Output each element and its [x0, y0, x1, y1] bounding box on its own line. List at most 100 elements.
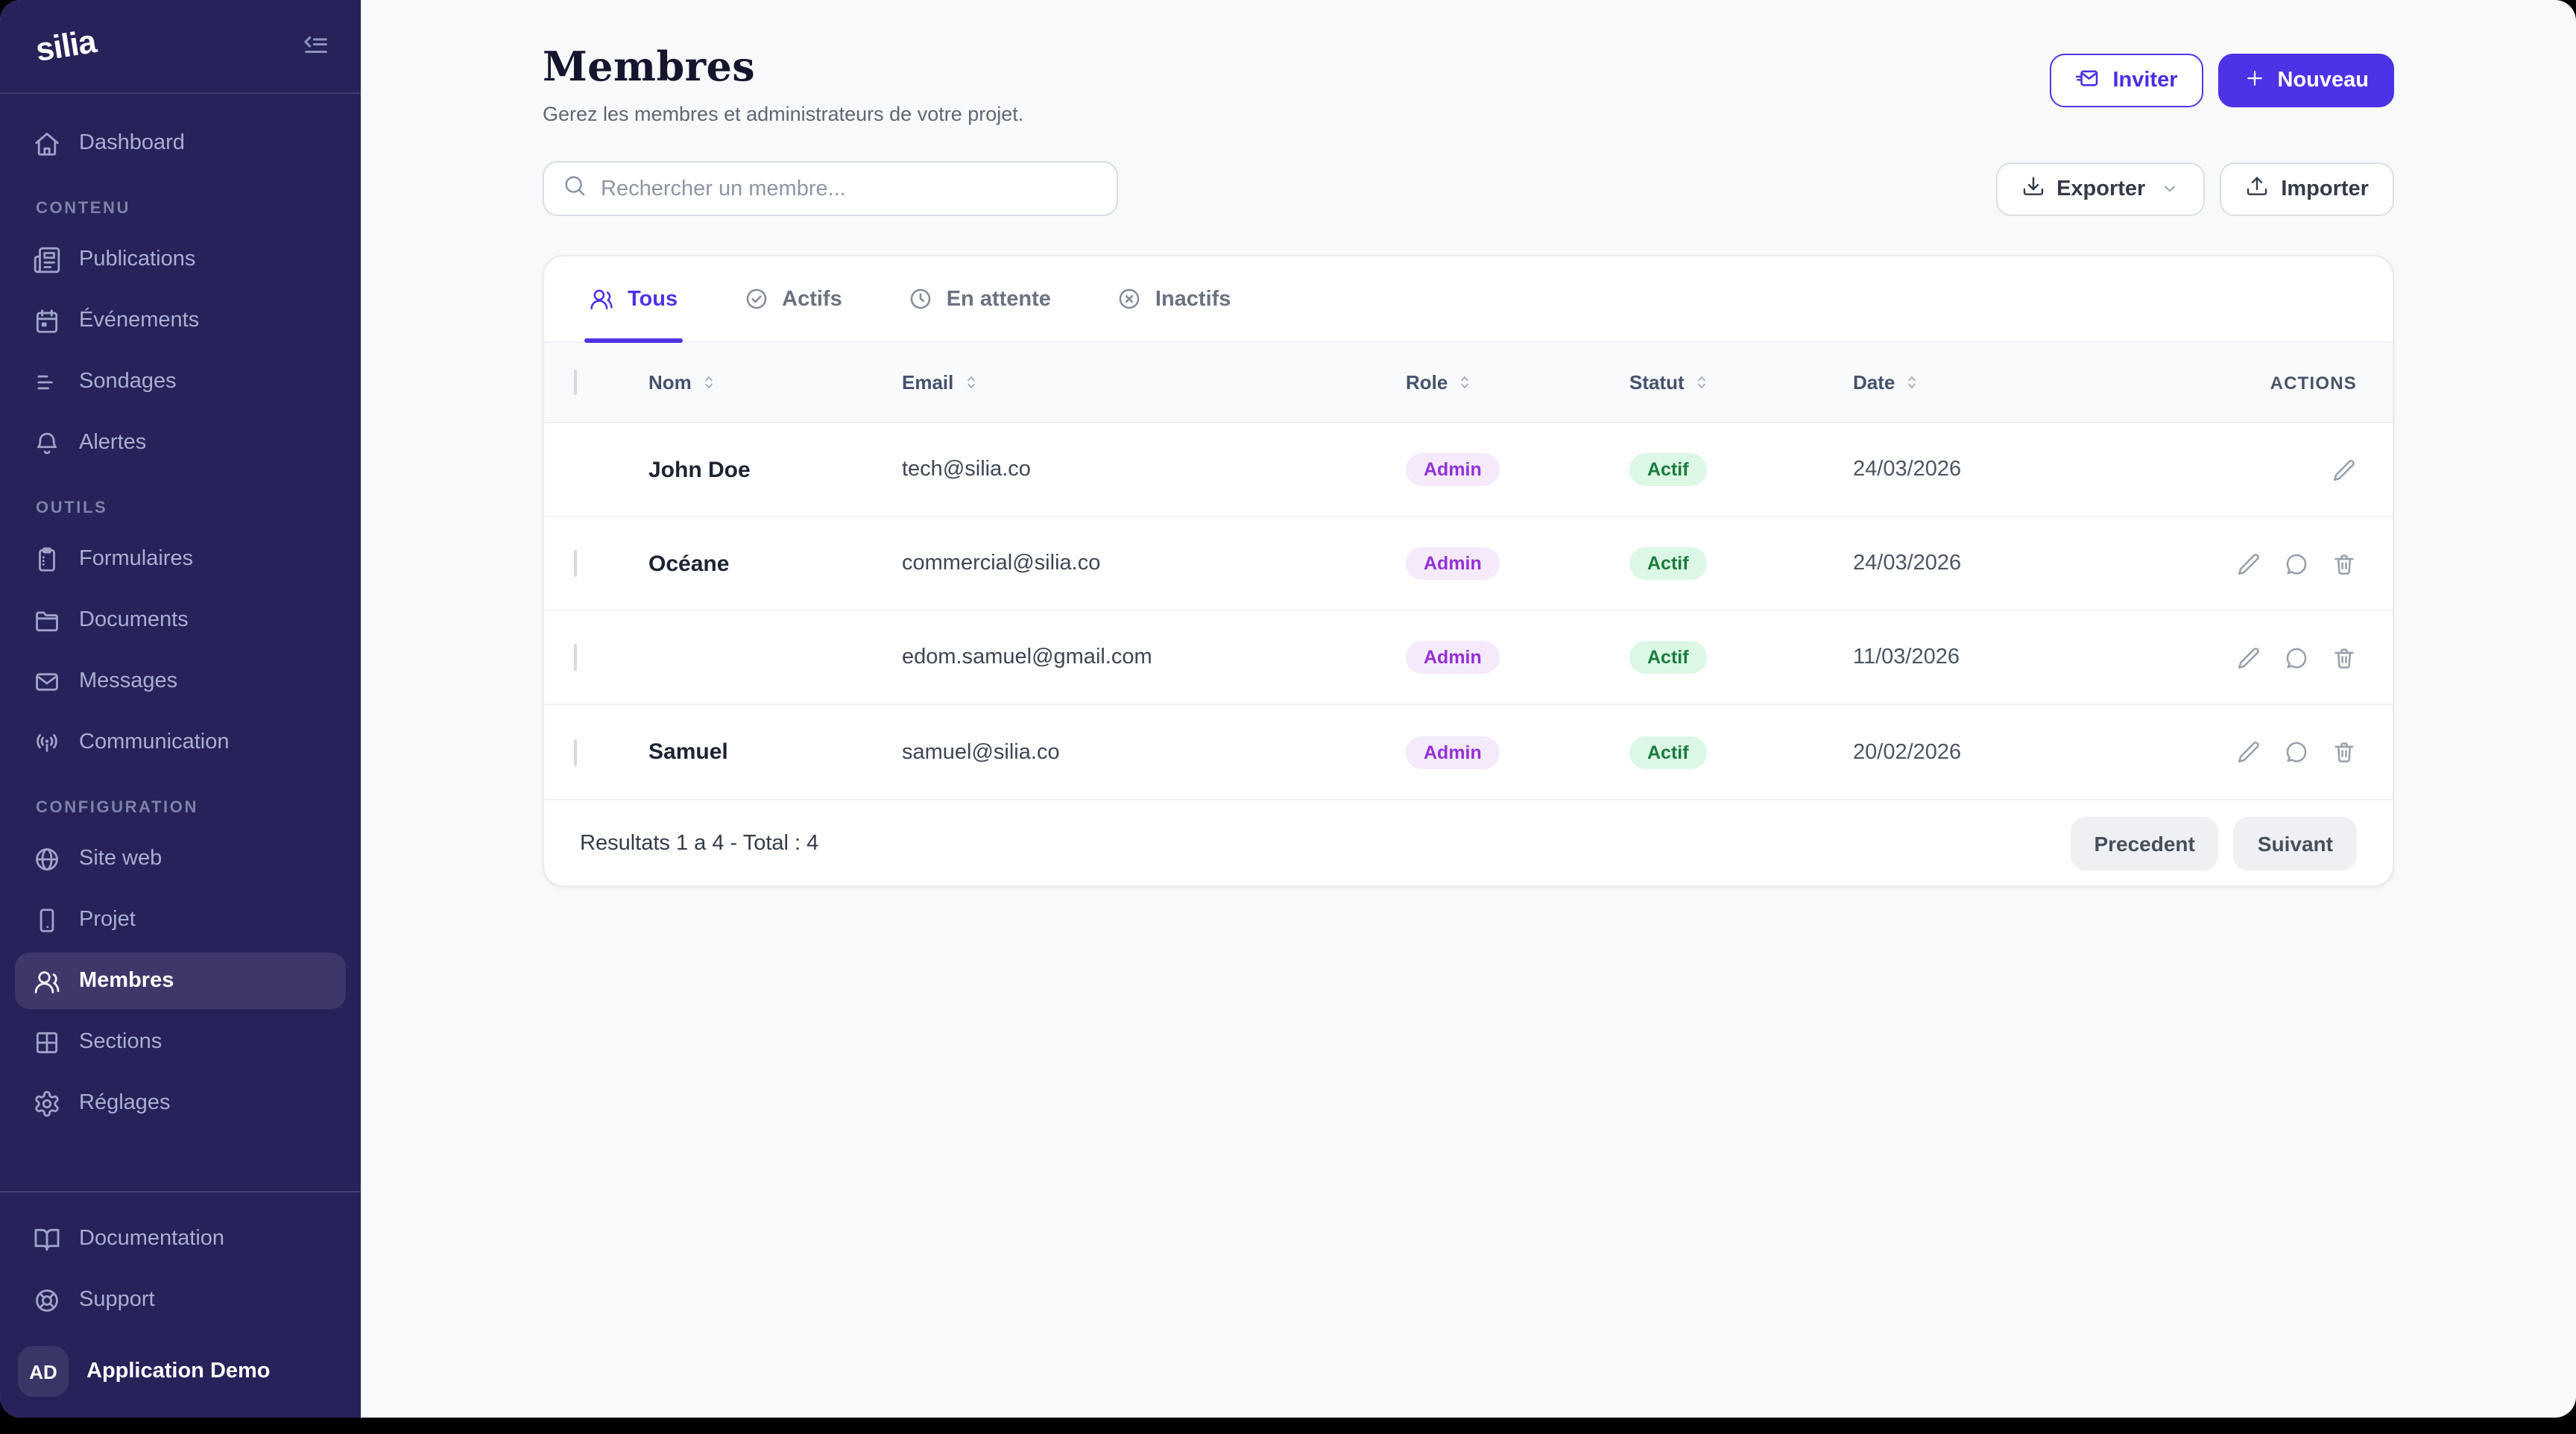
sort-icon — [699, 373, 719, 392]
sidebar-item-label: Dashboard — [79, 131, 185, 155]
upload-icon — [2245, 174, 2269, 203]
member-email: edom.samuel@gmail.com — [902, 645, 1406, 669]
stage: silia DashboardCONTENUPublicationsÉvénem… — [0, 0, 2576, 1434]
sidebar-item-messages[interactable]: Messages — [15, 653, 346, 710]
table-header: Nom EmailRoleStatut Date ACTIONS — [544, 343, 2393, 423]
sidebar-item-dashboard[interactable]: Dashboard — [15, 115, 346, 171]
table-row: Samuelsamuel@silia.coAdminActif20/02/202… — [544, 705, 2393, 799]
delete-icon[interactable] — [2332, 739, 2357, 765]
sidebar-item-label: Formulaires — [79, 547, 193, 571]
tab-inactifs[interactable]: Inactifs — [1117, 256, 1231, 341]
profile-name: Application Demo — [86, 1359, 271, 1383]
comment-icon[interactable] — [2284, 551, 2309, 576]
row-actions — [2106, 457, 2357, 482]
column-header-email[interactable]: Email — [902, 371, 1406, 394]
sidebar-footer: Documentation Support AD Application Demo — [0, 1191, 361, 1418]
member-email: tech@silia.co — [902, 458, 1406, 481]
sidebar-item-evenements[interactable]: Événements — [15, 292, 346, 349]
column-header-role[interactable]: Role — [1406, 371, 1629, 394]
column-header-statut[interactable]: Statut — [1629, 371, 1853, 394]
row-checkbox[interactable] — [574, 644, 577, 671]
search-box — [543, 161, 1118, 216]
search-input[interactable] — [601, 177, 1099, 200]
column-header-date[interactable]: Date — [1853, 371, 2106, 394]
import-button[interactable]: Importer — [2220, 162, 2394, 215]
sidebar-item-sections[interactable]: Sections — [15, 1014, 346, 1070]
sidebar-item-reglages[interactable]: Réglages — [15, 1075, 346, 1131]
delete-icon[interactable] — [2332, 551, 2357, 576]
sidebar-item-alertes[interactable]: Alertes — [15, 414, 346, 471]
sidebar-item-communication[interactable]: Communication — [15, 714, 346, 771]
sidebar-item-sondages[interactable]: Sondages — [15, 353, 346, 410]
column-header-nom[interactable]: Nom — [648, 371, 902, 394]
column-label: Date — [1853, 371, 1895, 394]
page-title: Membres — [543, 45, 1023, 91]
export-button[interactable]: Exporter — [1995, 162, 2205, 215]
invite-button[interactable]: Inviter — [2050, 54, 2203, 107]
profile-row[interactable]: AD Application Demo — [15, 1340, 346, 1403]
users-icon — [589, 286, 614, 312]
edit-icon[interactable] — [2236, 551, 2261, 576]
sort-icon — [1902, 373, 1922, 392]
tab-actifs[interactable]: Actifs — [743, 256, 842, 341]
sidebar-item-label: Site web — [79, 847, 162, 871]
download-icon — [2021, 174, 2045, 203]
sidebar-nav: DashboardCONTENUPublicationsÉvénementsSo… — [0, 94, 361, 1191]
column-label: Nom — [648, 371, 692, 394]
comment-icon[interactable] — [2284, 645, 2309, 670]
app-window: silia DashboardCONTENUPublicationsÉvénem… — [0, 0, 2576, 1418]
previous-button[interactable]: Precedent — [2070, 816, 2218, 870]
delete-icon[interactable] — [2332, 645, 2357, 670]
edit-icon[interactable] — [2236, 739, 2261, 765]
sidebar-item-label: Membres — [79, 969, 174, 993]
section-label-outils: OUTILS — [15, 476, 346, 531]
home-icon — [33, 129, 61, 157]
role-badge: Admin — [1406, 641, 1500, 674]
select-all-checkbox[interactable] — [574, 370, 577, 395]
bell-icon — [33, 429, 61, 457]
row-checkbox[interactable] — [574, 739, 577, 765]
sidebar-item-label: Projet — [79, 908, 136, 932]
sidebar-item-site-web[interactable]: Site web — [15, 830, 346, 887]
sidebar-item-label: Communication — [79, 730, 230, 754]
sidebar-item-support[interactable]: Support — [15, 1272, 346, 1328]
member-email: samuel@silia.co — [902, 740, 1406, 764]
tab-label: Actifs — [782, 287, 842, 311]
new-button[interactable]: Nouveau — [2218, 54, 2395, 107]
row-actions — [2106, 551, 2357, 576]
member-date: 20/02/2026 — [1853, 740, 2106, 764]
column-label: Statut — [1629, 371, 1685, 394]
edit-icon[interactable] — [2236, 645, 2261, 670]
sidebar-item-projet[interactable]: Projet — [15, 891, 346, 948]
broadcast-icon — [33, 728, 61, 757]
chevron-down-icon — [2160, 179, 2179, 198]
search-icon — [562, 172, 587, 205]
sidebar-collapse-icon[interactable] — [301, 31, 331, 61]
mail-icon — [33, 667, 61, 695]
results-text: Resultats 1 a 4 - Total : 4 — [580, 831, 818, 855]
sidebar-item-documents[interactable]: Documents — [15, 592, 346, 648]
sidebar-item-label: Documentation — [79, 1227, 224, 1251]
tab-tous[interactable]: Tous — [589, 256, 678, 341]
calendar-icon — [33, 306, 61, 335]
sidebar-item-formulaires[interactable]: Formulaires — [15, 531, 346, 587]
sidebar-item-publications[interactable]: Publications — [15, 231, 346, 288]
tab-en-attente[interactable]: En attente — [908, 256, 1051, 341]
column-header-actions: ACTIONS — [2106, 372, 2357, 393]
sidebar-item-label: Support — [79, 1288, 155, 1312]
member-name: John Doe — [648, 457, 902, 482]
member-date: 24/03/2026 — [1853, 552, 2106, 575]
sidebar: silia DashboardCONTENUPublicationsÉvénem… — [0, 0, 361, 1418]
sidebar-item-membres[interactable]: Membres — [15, 953, 346, 1009]
users-icon — [33, 967, 61, 995]
member-email: commercial@silia.co — [902, 552, 1406, 575]
next-button[interactable]: Suivant — [2234, 816, 2357, 870]
comment-icon[interactable] — [2284, 739, 2309, 765]
row-checkbox[interactable] — [574, 550, 577, 577]
main-area: Membres Gerez les membres et administrat… — [361, 0, 2576, 1418]
sidebar-item-label: Événements — [79, 309, 199, 332]
x-circle-icon — [1117, 286, 1142, 312]
poll-icon — [33, 367, 61, 396]
sidebar-item-documentation[interactable]: Documentation — [15, 1210, 346, 1267]
edit-icon[interactable] — [2332, 457, 2357, 482]
